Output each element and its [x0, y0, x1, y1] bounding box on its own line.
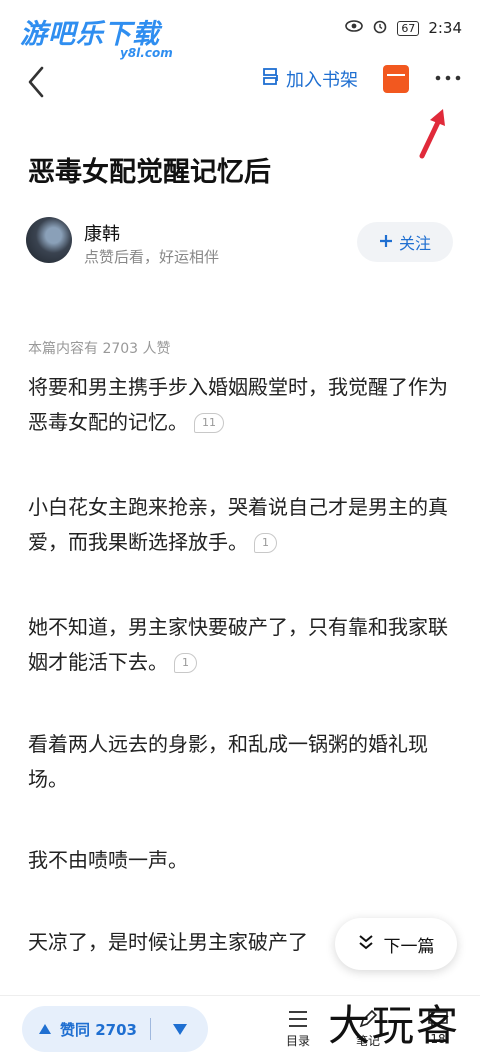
triangle-down-icon [172, 1023, 187, 1035]
paragraph-text: 小白花女主跑来抢亲，哭着说自己才是男主的真爱，而我果断选择放手。 [28, 495, 448, 554]
follow-label: 关注 [398, 234, 431, 253]
toc-button[interactable]: 目录 [278, 1006, 318, 1049]
paragraph: 将要和男主携手步入婚姻殿堂时，我觉醒了作为恶毒女配的记忆。 11 [28, 370, 453, 440]
article-title: 恶毒女配觉醒记忆后 [28, 157, 271, 188]
upvote-button[interactable]: 赞同 2703 [22, 1019, 150, 1040]
toc-label: 目录 [285, 1034, 310, 1048]
comment-count-badge[interactable]: 1 [254, 533, 277, 553]
follow-button[interactable]: 关注 [357, 222, 453, 262]
author-subtitle: 点赞后看，好运相伴 [84, 248, 220, 266]
paragraph-text: 她不知道，男主家快要破产了，只有靠和我家联姻才能活下去。 [28, 615, 448, 674]
paragraph: 看着两人远去的身影，和乱成一锅粥的婚礼现场。 [28, 727, 453, 797]
watermark-corner: 大玩客 [328, 1001, 461, 1050]
likes-note: 本篇内容有 2703 人赞 [28, 341, 171, 357]
paragraph-text: 看着两人远去的身影，和乱成一锅粥的婚礼现场。 [28, 732, 428, 791]
red-packet-icon[interactable] [383, 65, 409, 93]
paragraph: 她不知道，男主家快要破产了，只有靠和我家联姻才能活下去。 1 [28, 610, 453, 680]
alarm-icon [372, 18, 388, 38]
eye-icon [345, 19, 364, 37]
clock: 2:34 [428, 19, 462, 37]
author-avatar[interactable] [26, 217, 72, 263]
plus-icon [379, 233, 393, 252]
next-article-label: 下一篇 [383, 936, 435, 957]
status-indicators: 67 2:34 [345, 18, 462, 38]
battery-indicator: 67 [397, 20, 420, 36]
comment-count-badge[interactable]: 11 [194, 413, 224, 433]
next-article-button[interactable]: 下一篇 [335, 918, 457, 970]
back-button[interactable] [22, 64, 52, 100]
author-name[interactable]: 康韩 [84, 220, 120, 246]
more-options-button[interactable] [430, 64, 466, 94]
paragraph-text: 天凉了，是时候让男主家破产了 [28, 930, 308, 954]
add-to-shelf-button[interactable]: 加入书架 [262, 66, 358, 92]
paragraph: 小白花女主跑来抢亲，哭着说自己才是男主的真爱，而我果断选择放手。 1 [28, 490, 453, 560]
vote-pill: 赞同 2703 [22, 1006, 208, 1052]
upvote-label: 赞同 2703 [60, 1020, 137, 1039]
paragraph-text: 我不由啧啧一声。 [28, 848, 188, 872]
comment-count-badge[interactable]: 1 [174, 653, 197, 673]
triangle-up-icon [39, 1024, 51, 1034]
more-dots-icon [435, 75, 461, 81]
paragraph: 我不由啧啧一声。 [28, 843, 453, 878]
annotation-arrow-icon [419, 109, 445, 159]
double-chevron-down-icon [358, 933, 374, 956]
bookshelf-icon [262, 67, 280, 92]
menu-lines-icon [278, 1006, 318, 1032]
paragraph-text: 将要和男主携手步入婚姻殿堂时，我觉醒了作为恶毒女配的记忆。 [28, 375, 448, 434]
downvote-button[interactable] [151, 1023, 208, 1036]
add-to-shelf-label: 加入书架 [286, 70, 358, 91]
watermark-url: y8l.com [120, 46, 173, 60]
chevron-left-icon [28, 66, 44, 98]
